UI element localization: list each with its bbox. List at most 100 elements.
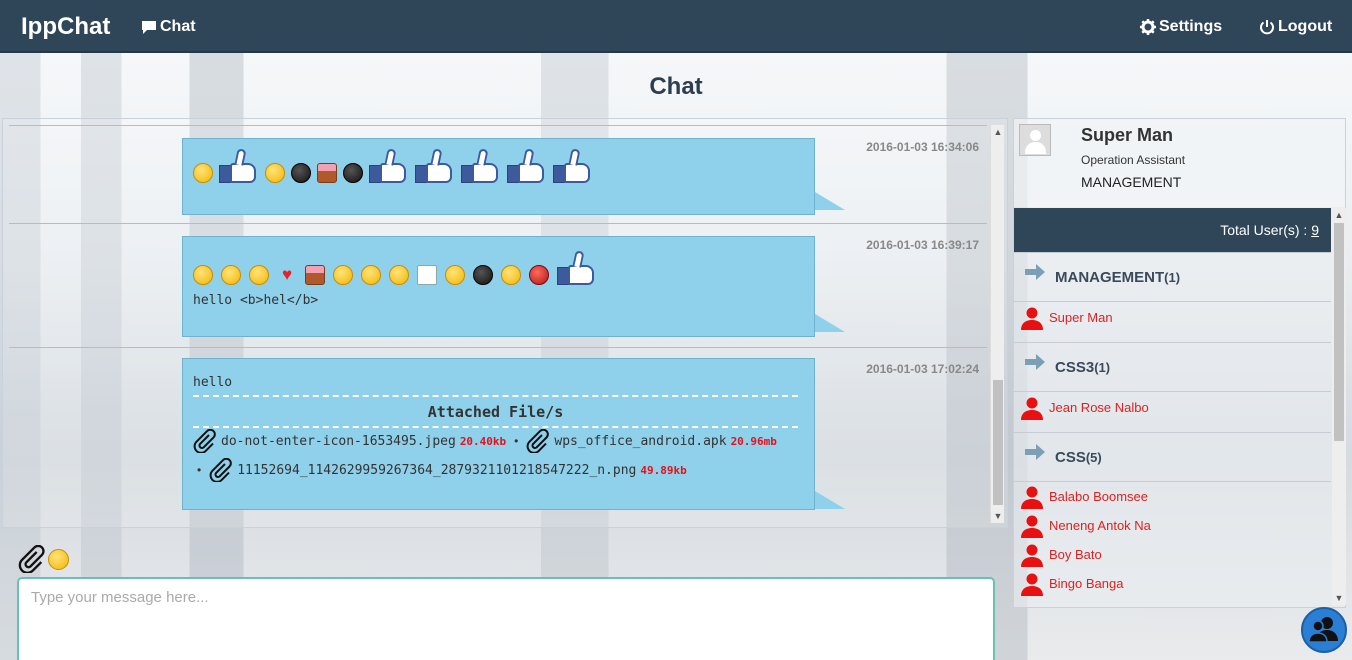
- nav-logout-link[interactable]: Logout: [1259, 18, 1332, 36]
- devil-emoji-icon: [529, 265, 549, 285]
- thumbs-up-icon: [369, 148, 409, 183]
- user-group-list[interactable]: MANAGEMENT(1) Super Man CSS3(1) Jean Rose N…: [1014, 252, 1331, 604]
- user-name: Balabo Boomsee: [1049, 489, 1149, 504]
- message-bubble: hello Attached File/s do-not-enter-icon-…: [182, 358, 815, 510]
- message-timestamp: 2016-01-03 16:34:06: [866, 140, 979, 154]
- attachment-size: 20.96mb: [730, 434, 777, 448]
- sidebar-scrollbar[interactable]: ▲ ▼: [1332, 208, 1346, 605]
- bubble-tail: [815, 314, 845, 332]
- smiley-emoji-icon: [193, 265, 213, 285]
- scrollbar-thumb[interactable]: [1334, 223, 1344, 441]
- nav-chat-label: Chat: [160, 18, 196, 35]
- page-title: Chat: [649, 73, 703, 100]
- user-group-header[interactable]: MANAGEMENT(1): [1014, 252, 1331, 302]
- user-list-item[interactable]: Neneng Antok Na: [1014, 512, 1331, 540]
- user-group-header[interactable]: CSS3(1): [1014, 342, 1331, 392]
- brand-logo[interactable]: IppChat: [21, 13, 110, 41]
- user-list-item[interactable]: Balabo Boomsee: [1014, 483, 1331, 511]
- nav-chat-link[interactable]: Chat: [141, 18, 196, 36]
- profile-department: MANAGEMENT: [1081, 174, 1182, 190]
- message-text: hello <b>hel</b>: [193, 293, 319, 308]
- cake-emoji-icon: [305, 265, 325, 285]
- user-list-item[interactable]: Super Man: [1014, 304, 1331, 332]
- bee-emoji-icon: [389, 265, 409, 285]
- attachment-file-link[interactable]: 11152694_1142629959267364_28793211012185…: [237, 463, 636, 478]
- paperclip-icon: [193, 429, 216, 453]
- nav-logout-label: Logout: [1278, 18, 1333, 35]
- gear-icon: [1140, 19, 1156, 35]
- scroll-up-arrow-icon[interactable]: ▲: [1332, 208, 1346, 222]
- separator-dot: •: [197, 463, 202, 477]
- nav-settings-link[interactable]: Settings: [1140, 18, 1222, 36]
- group-users-icon: [1308, 617, 1338, 643]
- chat-message: 2016-01-03 17:02:24 hello Attached File/…: [9, 347, 987, 523]
- user-list-item[interactable]: Boy Bato: [1014, 541, 1331, 569]
- scroll-down-arrow-icon[interactable]: ▼: [991, 509, 1005, 523]
- dark-face-emoji-icon: [291, 163, 311, 183]
- user-name: Neneng Antok Na: [1049, 518, 1151, 533]
- attach-file-icon[interactable]: [18, 545, 46, 573]
- emoji-line: [193, 148, 593, 183]
- grin-emoji-icon: [445, 265, 465, 285]
- group-name: CSS(5): [1055, 449, 1102, 466]
- scroll-down-arrow-icon[interactable]: ▼: [1332, 591, 1346, 605]
- user-group-header[interactable]: CSS(5): [1014, 432, 1331, 482]
- scroll-up-arrow-icon[interactable]: ▲: [991, 125, 1005, 139]
- contacts-fab-button[interactable]: [1301, 607, 1347, 653]
- total-users-count[interactable]: 9: [1311, 222, 1319, 238]
- user-list-item[interactable]: Jean Rose Nalbo: [1014, 394, 1331, 422]
- user-name: Super Man: [1049, 310, 1113, 325]
- user-icon: [1020, 306, 1044, 335]
- emoji-picker-icon[interactable]: [48, 548, 69, 570]
- user-sidebar: Super Man Operation Assistant MANAGEMENT…: [1013, 118, 1346, 608]
- attachment-size: 49.89kb: [640, 463, 687, 477]
- power-icon: [1260, 20, 1274, 35]
- grimace-emoji-icon: [333, 265, 353, 285]
- chat-scroll-area[interactable]: 2016-01-03 16:34:06 2016-01-03 16:39:17 …: [9, 125, 987, 523]
- chat-scrollbar[interactable]: ▲ ▼: [990, 125, 1004, 523]
- smiley-emoji-icon: [193, 163, 213, 183]
- message-timestamp: 2016-01-03 17:02:24: [866, 362, 979, 376]
- message-composer[interactable]: [17, 577, 995, 660]
- group-name: CSS3(1): [1055, 359, 1111, 376]
- mail-emoji-icon: [417, 265, 437, 285]
- thumbs-up-icon: [557, 250, 597, 285]
- profile-role: Operation Assistant: [1081, 153, 1186, 167]
- total-users-label: Total User(s) :: [1220, 222, 1312, 238]
- user-name: Jean Rose Nalbo: [1049, 400, 1149, 415]
- paperclip-icon: [209, 458, 233, 482]
- arrow-right-icon: [1024, 443, 1046, 466]
- user-icon: [1020, 514, 1044, 543]
- profile-card: Super Man Operation Assistant MANAGEMENT: [1014, 119, 1345, 207]
- glasses-emoji-icon: [473, 265, 493, 285]
- attachment-size: 20.40kb: [459, 434, 507, 448]
- chat-messages-panel[interactable]: 2016-01-03 16:34:06 2016-01-03 16:39:17 …: [2, 118, 1008, 528]
- thumbs-up-icon: [507, 148, 547, 183]
- message-timestamp: 2016-01-03 16:39:17: [866, 238, 979, 252]
- sad-emoji-icon: [265, 163, 285, 183]
- attachment-line: • 11152694_1142629959267364_287932110121…: [193, 458, 687, 482]
- user-name: Boy Bato: [1049, 547, 1102, 562]
- scrollbar-thumb[interactable]: [993, 380, 1003, 505]
- message-bubble: [182, 138, 815, 215]
- user-icon: [1020, 572, 1044, 601]
- user-list-item[interactable]: Bingo Banga: [1014, 570, 1331, 598]
- chat-message: 2016-01-03 16:39:17 ♥ hello <b>hel</b>: [9, 223, 987, 347]
- message-input[interactable]: [19, 579, 993, 660]
- thumbs-up-icon: [415, 148, 455, 183]
- attachment-file-link[interactable]: wps_office_android.apk: [554, 434, 726, 449]
- attachment-file-link[interactable]: do-not-enter-icon-1653495.jpeg: [221, 434, 456, 449]
- attachment-line: do-not-enter-icon-1653495.jpeg 20.40kb •…: [193, 429, 777, 453]
- profile-name: Super Man: [1081, 125, 1174, 145]
- divider: [193, 426, 798, 428]
- bubble-tail: [815, 491, 845, 509]
- separator-dot: •: [514, 434, 519, 448]
- avatar: [1019, 124, 1051, 156]
- composer-toolbar: [18, 545, 69, 573]
- thumbs-up-icon: [553, 148, 593, 183]
- divider: [193, 395, 798, 397]
- thumbs-up-icon: [461, 148, 501, 183]
- nav-settings-label: Settings: [1159, 18, 1223, 35]
- user-name: Bingo Banga: [1049, 576, 1124, 591]
- arrow-right-icon: [1024, 353, 1046, 376]
